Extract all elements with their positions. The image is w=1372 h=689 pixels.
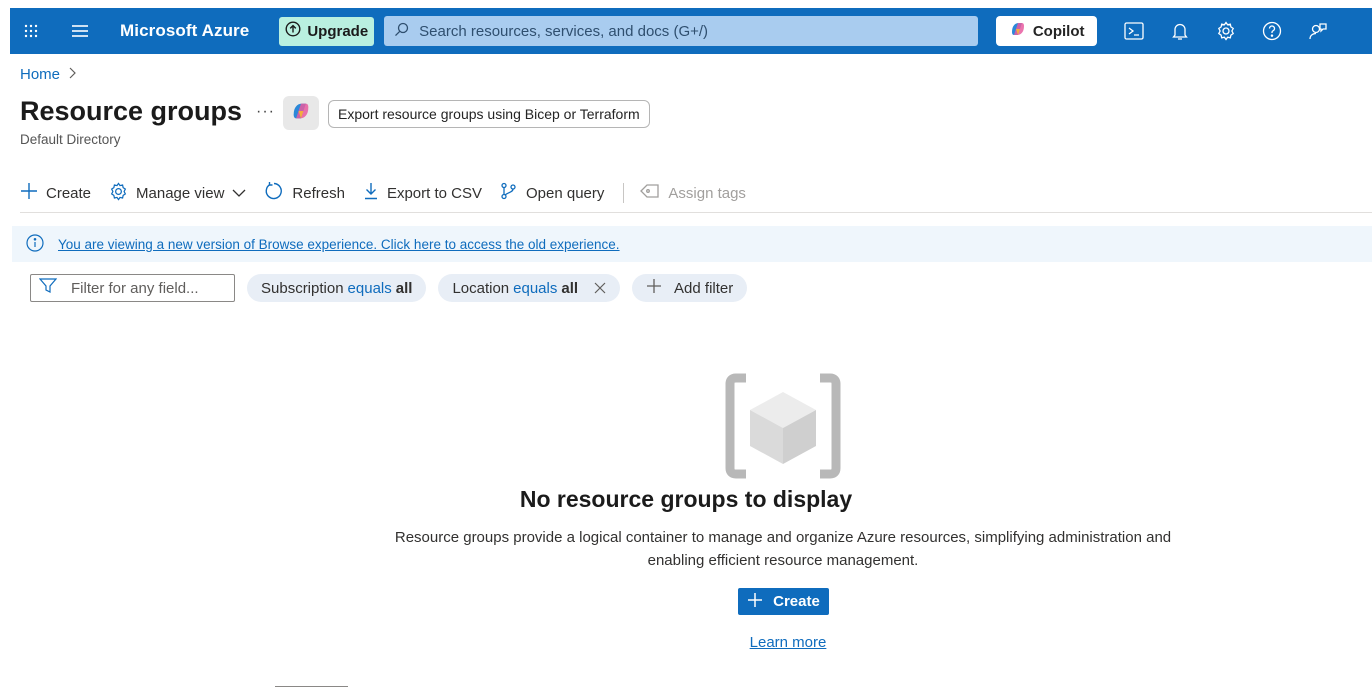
plus-icon bbox=[646, 278, 662, 298]
create-command-label: Create bbox=[46, 184, 92, 202]
upgrade-label: Upgrade bbox=[307, 22, 369, 40]
subscription-filter-value: all bbox=[395, 279, 413, 297]
refresh-icon bbox=[264, 181, 284, 205]
more-options-button[interactable]: ··· bbox=[256, 103, 275, 121]
location-filter-op: equals bbox=[513, 279, 558, 297]
filter-placeholder: Filter for any field... bbox=[71, 279, 199, 297]
location-filter-pill[interactable]: Location equals all bbox=[438, 274, 621, 302]
empty-state-title: No resource groups to display bbox=[519, 486, 853, 512]
old-experience-link[interactable]: You are viewing a new version of Browse … bbox=[58, 237, 620, 252]
create-button-label: Create bbox=[773, 593, 820, 610]
funnel-icon bbox=[38, 278, 58, 298]
export-csv-label: Export to CSV bbox=[386, 184, 482, 202]
plus-icon bbox=[747, 592, 763, 612]
copilot-chip-button[interactable] bbox=[283, 96, 319, 130]
add-filter-label: Add filter bbox=[674, 279, 734, 297]
plus-icon bbox=[20, 182, 38, 204]
info-banner: You are viewing a new version of Browse … bbox=[12, 226, 1372, 262]
remove-filter-close-icon[interactable] bbox=[594, 282, 606, 294]
location-filter-field: Location bbox=[452, 279, 510, 297]
export-csv-button[interactable]: Export to CSV bbox=[363, 182, 482, 204]
chevron-down-icon bbox=[232, 185, 246, 202]
refresh-label: Refresh bbox=[292, 184, 345, 202]
search-placeholder: Search resources, services, and docs (G+… bbox=[419, 22, 709, 40]
export-bicep-terraform-button[interactable]: Export resource groups using Bicep or Te… bbox=[328, 100, 650, 128]
search-icon bbox=[394, 22, 409, 41]
create-command-button[interactable]: Create bbox=[20, 182, 91, 204]
toolbar-divider bbox=[623, 183, 625, 203]
brand-title[interactable]: Microsoft Azure bbox=[120, 21, 249, 41]
refresh-button[interactable]: Refresh bbox=[264, 181, 345, 205]
empty-state-description: Resource groups provide a logical contai… bbox=[394, 529, 1172, 569]
help-question-icon[interactable] bbox=[1261, 20, 1283, 42]
copilot-logo-icon bbox=[1009, 20, 1027, 42]
app-launcher-icon[interactable] bbox=[16, 8, 46, 54]
assign-tags-button[interactable]: Assign tags bbox=[640, 183, 746, 203]
copilot-button[interactable]: Copilot bbox=[996, 16, 1098, 46]
subscription-filter-pill[interactable]: Subscription equals all bbox=[247, 274, 427, 302]
subscription-filter-field: Subscription bbox=[261, 279, 344, 297]
query-branch-icon bbox=[500, 182, 518, 204]
cloud-shell-icon[interactable] bbox=[1123, 20, 1145, 42]
chevron-right-icon bbox=[68, 66, 76, 83]
gear-icon bbox=[109, 181, 128, 205]
assign-tags-label: Assign tags bbox=[668, 184, 746, 202]
manage-view-button[interactable]: Manage view bbox=[109, 181, 246, 205]
upgrade-arrow-icon bbox=[285, 21, 301, 41]
tag-icon bbox=[640, 183, 660, 203]
open-query-button[interactable]: Open query bbox=[500, 182, 604, 204]
learn-more-link[interactable]: Learn more bbox=[0, 634, 1372, 651]
breadcrumb: Home bbox=[20, 66, 76, 83]
create-resource-group-button[interactable]: Create bbox=[738, 588, 829, 615]
info-icon bbox=[26, 233, 44, 255]
copilot-logo-icon bbox=[290, 100, 312, 127]
resource-group-cube-icon bbox=[724, 372, 842, 480]
upgrade-button[interactable]: Upgrade bbox=[279, 16, 375, 46]
add-filter-button[interactable]: Add filter bbox=[632, 274, 748, 302]
subscription-filter-op: equals bbox=[347, 279, 392, 297]
filter-input[interactable]: Filter for any field... bbox=[30, 274, 235, 302]
command-toolbar: Create Manage view Refresh Export to CSV bbox=[20, 180, 764, 206]
filter-bar: Filter for any field... Subscription equ… bbox=[30, 274, 748, 302]
page-title: Resource groups bbox=[20, 96, 243, 126]
open-query-label: Open query bbox=[526, 184, 605, 202]
download-icon bbox=[363, 182, 379, 204]
toolbar-divider-line bbox=[20, 212, 1372, 213]
copilot-label: Copilot bbox=[1032, 22, 1085, 40]
top-nav-bar: Microsoft Azure Upgrade Search resources… bbox=[10, 8, 1372, 54]
breadcrumb-home-link[interactable]: Home bbox=[20, 66, 60, 83]
notifications-bell-icon[interactable] bbox=[1169, 20, 1191, 42]
settings-gear-icon[interactable] bbox=[1215, 20, 1237, 42]
manage-view-label: Manage view bbox=[136, 184, 225, 202]
feedback-person-icon[interactable] bbox=[1307, 20, 1329, 42]
page-subtitle: Default Directory bbox=[20, 132, 121, 147]
global-search-input[interactable]: Search resources, services, and docs (G+… bbox=[384, 16, 979, 46]
hamburger-menu-icon[interactable] bbox=[66, 8, 94, 54]
location-filter-value: all bbox=[561, 279, 579, 297]
